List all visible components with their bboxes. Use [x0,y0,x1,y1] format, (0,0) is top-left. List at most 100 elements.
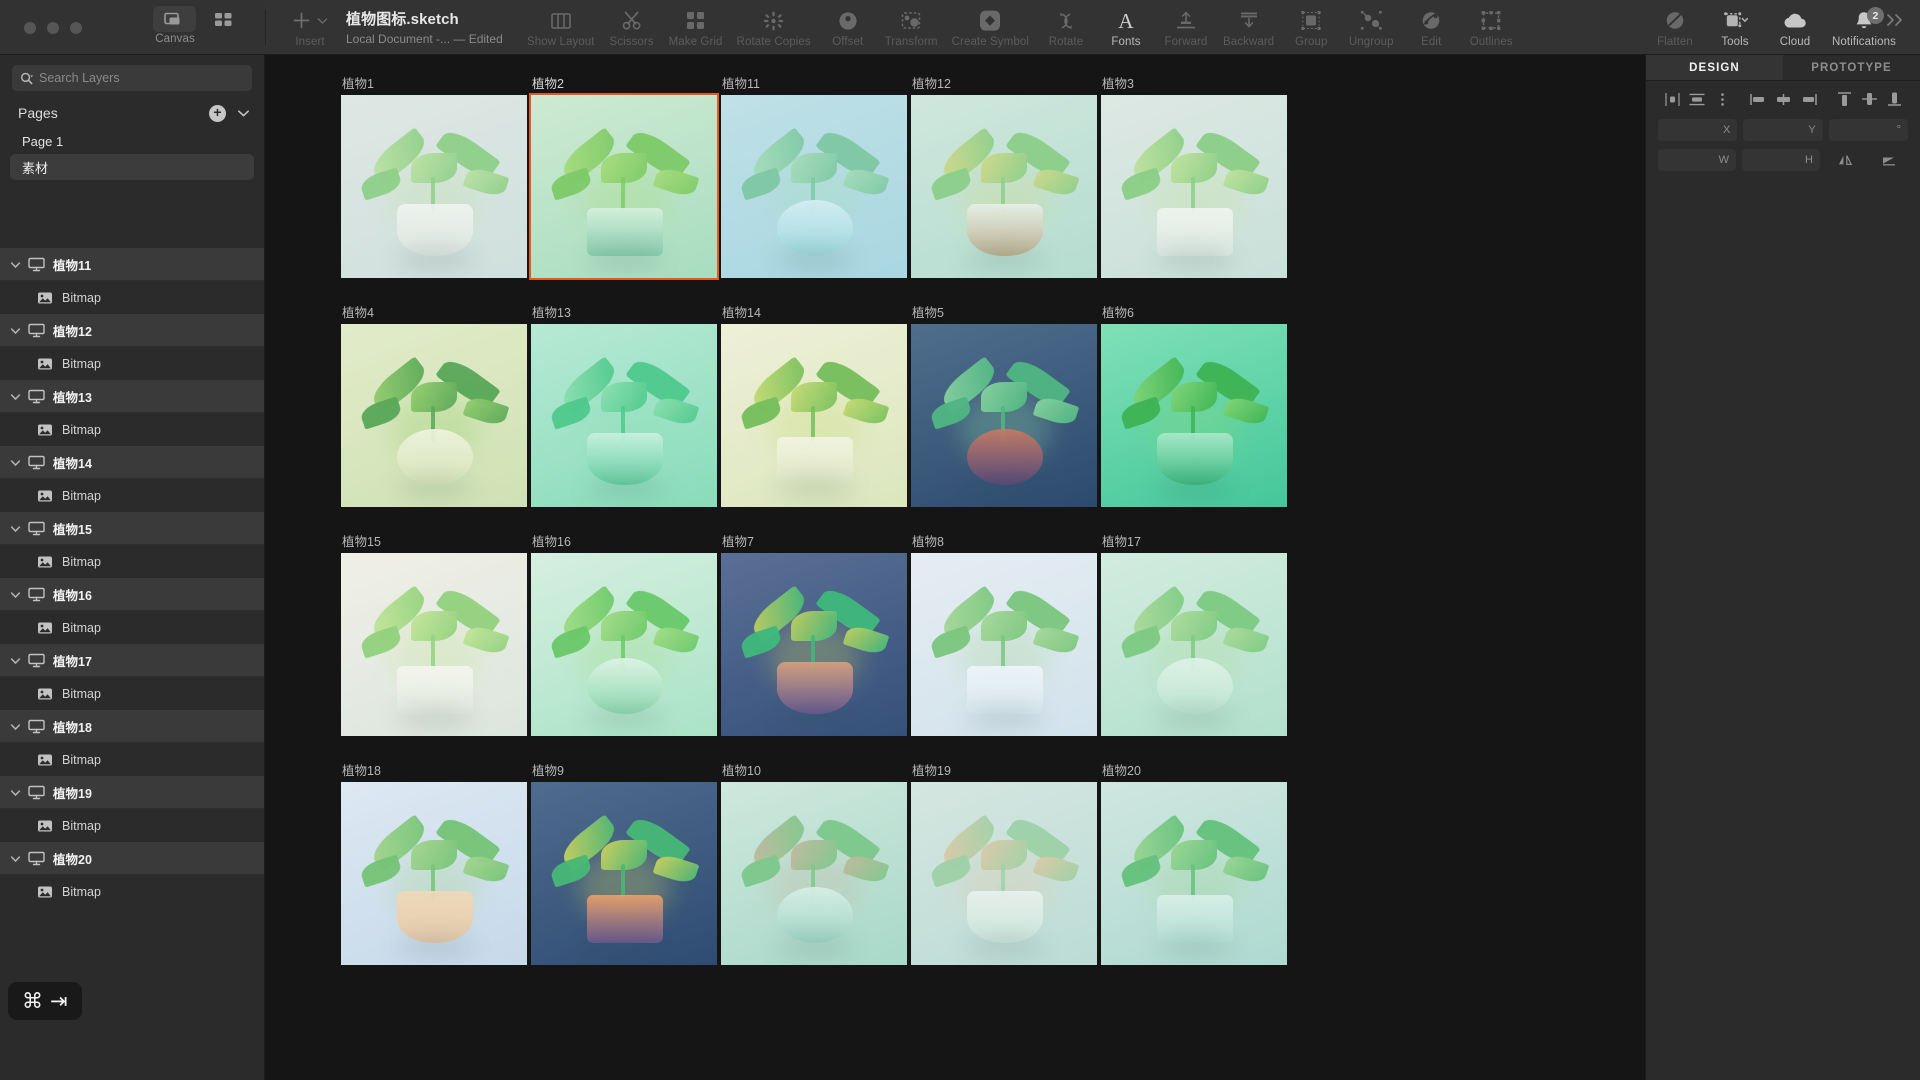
align-end-icon[interactable] [1797,89,1820,109]
chevron-down-icon[interactable] [10,525,25,533]
grid-view-toggle-button[interactable] [202,6,245,32]
artboard-thumbnail[interactable] [911,553,1097,736]
artboard-thumbnail[interactable] [1101,782,1287,965]
artboard-label[interactable]: 植物16 [531,531,721,553]
artboard-label[interactable]: 植物5 [911,302,1101,324]
zoom-button[interactable] [70,22,82,34]
artboard-label[interactable]: 植物4 [341,302,531,324]
artboard-thumbnail[interactable] [341,782,527,965]
artboard[interactable]: 植物16 [531,531,721,736]
align-top-icon[interactable] [1833,89,1856,109]
toolbar-outlines-button[interactable]: Outlines [1461,0,1521,55]
artboard[interactable]: 植物1 [341,73,531,278]
toolbar-group-button[interactable]: Group [1281,0,1341,55]
insert-button[interactable]: Insert [280,0,340,55]
artboard-thumbnail[interactable] [911,95,1097,278]
align-middle-icon[interactable] [1772,89,1795,109]
artboard[interactable]: 植物9 [531,760,721,965]
layer-row-bitmap[interactable]: Bitmap [0,743,264,776]
artboard-label[interactable]: 植物10 [721,760,911,782]
artboard[interactable]: 植物2 [529,73,721,280]
artboard-label[interactable]: 植物6 [1101,302,1291,324]
layer-row-artboard[interactable]: 植物15 [0,512,264,545]
toolbar-flatten-button[interactable]: Flatten [1645,0,1705,55]
toolbar-backward-button[interactable]: Backward [1216,0,1281,55]
toolbar-offset-button[interactable]: Offset [818,0,878,55]
artboard[interactable]: 植物13 [531,302,721,507]
toolbar-notifications-button[interactable]: 2 Notifications [1825,0,1903,55]
artboard-thumbnail[interactable] [341,324,527,507]
layer-row-bitmap[interactable]: Bitmap [0,347,264,380]
artboard[interactable]: 植物14 [721,302,911,507]
layer-row-bitmap[interactable]: Bitmap [0,809,264,842]
chevron-down-icon[interactable] [237,109,250,118]
toolbar-rotate-copies-button[interactable]: Rotate Copies [730,0,818,55]
toolbar-ungroup-button[interactable]: Ungroup [1341,0,1401,55]
width-field[interactable]: W [1658,149,1736,171]
artboard-thumbnail[interactable] [531,324,717,507]
artboard[interactable]: 植物15 [341,531,531,736]
artboard-label[interactable]: 植物7 [721,531,911,553]
plus-circle-icon[interactable]: + [209,104,226,122]
artboard-label[interactable]: 植物18 [341,760,531,782]
artboard[interactable]: 植物10 [721,760,911,965]
artboard-label[interactable]: 植物15 [341,531,531,553]
page-item-0[interactable]: Page 1 [0,128,264,154]
flip-vertical-icon[interactable] [1870,149,1908,171]
canvas-area[interactable]: 植物1 植物4 植物15 植物18 植物2 植物13 植物16 植物9 植物11… [265,55,1645,1080]
chevron-down-icon[interactable] [10,657,25,665]
artboard-thumbnail[interactable] [1101,95,1287,278]
chevron-double-right-icon[interactable] [1886,13,1906,27]
artboard-label[interactable]: 植物19 [911,760,1101,782]
layer-row-bitmap[interactable]: Bitmap [0,611,264,644]
close-button[interactable] [24,22,36,34]
artboard-label[interactable]: 植物13 [531,302,721,324]
artboard-thumbnail[interactable] [1101,324,1287,507]
toolbar-tools-button[interactable]: Tools [1705,0,1765,55]
artboard-label[interactable]: 植物2 [531,73,721,95]
artboard[interactable]: 植物7 [721,531,911,736]
minimize-button[interactable] [47,22,59,34]
artboard-thumbnail[interactable] [721,324,907,507]
toolbar-show-layout-button[interactable]: Show Layout [520,0,602,55]
layer-row-bitmap[interactable]: Bitmap [0,479,264,512]
layer-row-artboard[interactable]: 植物16 [0,578,264,611]
inspector-tab-design[interactable]: DESIGN [1646,55,1783,80]
chevron-down-icon[interactable] [10,591,25,599]
artboard[interactable]: 植物3 [1101,73,1291,278]
chevron-down-icon[interactable] [10,789,25,797]
artboard-thumbnail[interactable] [721,782,907,965]
align-start-icon[interactable] [1747,89,1770,109]
toolbar-rotate-button[interactable]: Rotate [1036,0,1096,55]
chevron-down-icon[interactable] [10,393,25,401]
toolbar-cloud-button[interactable]: Cloud [1765,0,1825,55]
layer-row-artboard[interactable]: 植物11 [0,248,264,281]
artboard-label[interactable]: 植物14 [721,302,911,324]
artboard[interactable]: 植物8 [911,531,1101,736]
align-center-horizontal-icon[interactable] [1686,89,1709,109]
artboard-label[interactable]: 植物3 [1101,73,1291,95]
artboard-thumbnail[interactable] [721,553,907,736]
layer-row-artboard[interactable]: 植物20 [0,842,264,875]
page-item-1[interactable]: 素材 [10,154,254,180]
artboard[interactable]: 植物20 [1101,760,1291,965]
toolbar-transform-button[interactable]: Transform [878,0,945,55]
artboard-thumbnail[interactable] [341,553,527,736]
artboard[interactable]: 植物5 [911,302,1101,507]
align-center-vertical-icon[interactable] [1858,89,1881,109]
chevron-down-icon[interactable] [10,459,25,467]
layer-row-artboard[interactable]: 植物19 [0,776,264,809]
toolbar-edit-button[interactable]: Edit [1401,0,1461,55]
chevron-down-icon[interactable] [10,261,25,269]
align-bottom-icon[interactable] [1883,89,1906,109]
artboard-label[interactable]: 植物11 [721,73,911,95]
artboard[interactable]: 植物11 [721,73,911,278]
artboard-thumbnail[interactable] [721,95,907,278]
artboard-thumbnail[interactable] [341,95,527,278]
layer-row-bitmap[interactable]: Bitmap [0,677,264,710]
layer-row-artboard[interactable]: 植物17 [0,644,264,677]
layer-row-artboard[interactable]: 植物12 [0,314,264,347]
flip-horizontal-icon[interactable] [1826,149,1864,171]
y-field[interactable]: Y [1743,119,1823,141]
artboard-thumbnail[interactable] [911,324,1097,507]
